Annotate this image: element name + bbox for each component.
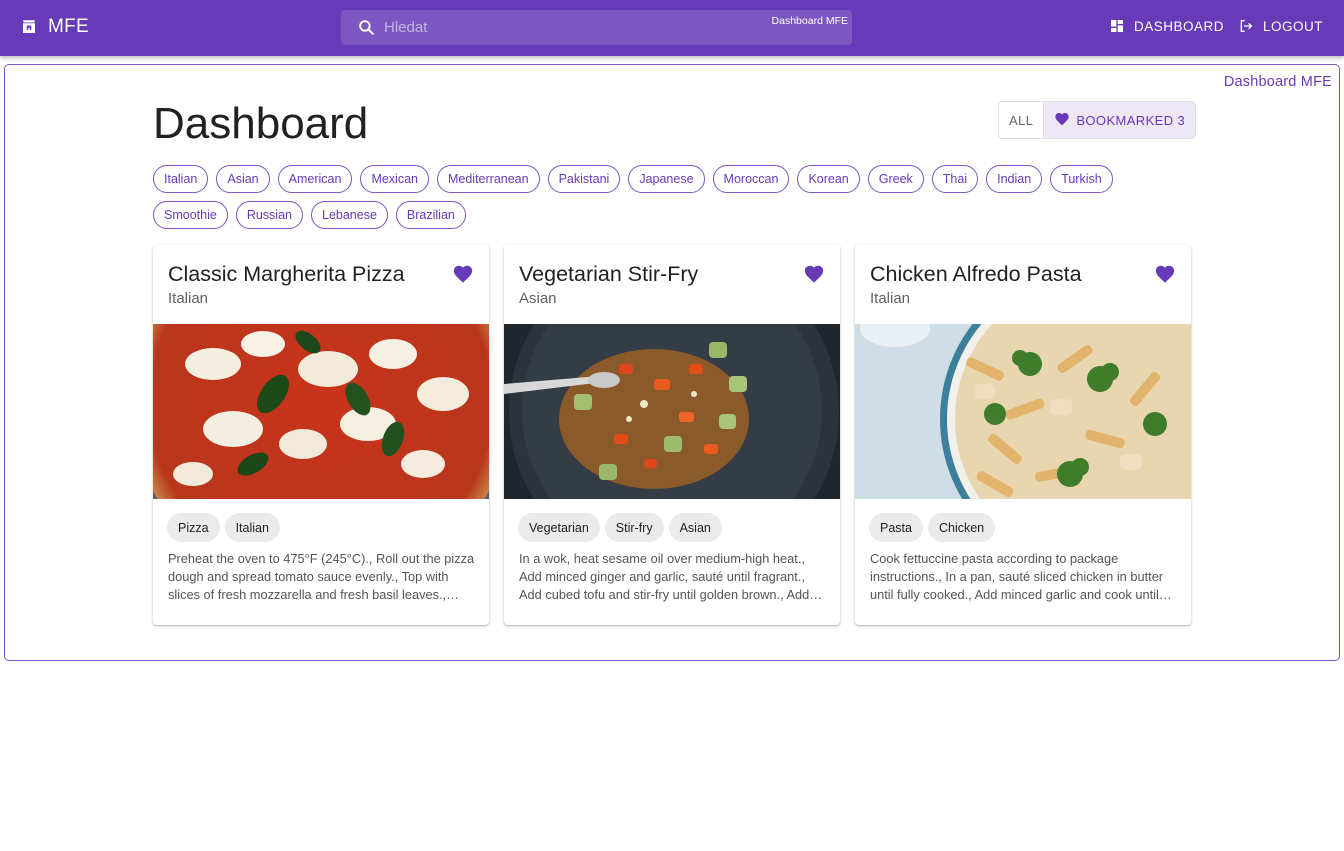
category-chip[interactable]: Pakistani <box>547 165 621 193</box>
brand[interactable]: MFE <box>20 16 89 38</box>
category-chip[interactable]: Lebanese <box>310 201 388 229</box>
category-chip[interactable]: Japanese <box>628 165 705 193</box>
filter-toggle-group: ALL BOOKMARKED 3 <box>998 101 1197 139</box>
filter-bookmarked-label: BOOKMARKED 3 <box>1076 112 1186 128</box>
dashboard-nav-label: DASHBOARD <box>1134 18 1225 34</box>
recipe-image <box>504 324 840 499</box>
recipe-card[interactable]: Vegetarian Stir-Fry Asian Vegetarian Sti… <box>504 245 840 625</box>
logout-button[interactable]: LOGOUT <box>1238 18 1323 34</box>
category-chip[interactable]: Turkish <box>1050 165 1113 193</box>
recipe-card[interactable]: Classic Margherita Pizza Italian Pizza I… <box>153 245 489 625</box>
category-chip[interactable]: Indian <box>986 165 1043 193</box>
category-chip[interactable]: Russian <box>235 201 303 229</box>
search-mfe-tag: Dashboard MFE <box>771 15 848 27</box>
category-chip[interactable]: Smoothie <box>153 201 228 229</box>
category-chip[interactable]: Asian <box>216 165 270 193</box>
category-chip[interactable]: Mediterranean <box>436 165 540 193</box>
category-chip[interactable]: Moroccan <box>712 165 790 193</box>
recipe-tag[interactable]: Pizza <box>167 513 220 542</box>
page-title: Dashboard <box>153 99 369 148</box>
search-bar: Dashboard MFE <box>341 10 852 45</box>
recipe-tag[interactable]: Italian <box>224 513 280 542</box>
heart-icon <box>1054 111 1070 130</box>
category-chip[interactable]: Mexican <box>360 165 429 193</box>
recipe-tag[interactable]: Stir-fry <box>604 513 664 542</box>
recipe-tags: Pasta Chicken <box>869 513 996 542</box>
recipe-tag[interactable]: Asian <box>668 513 722 542</box>
category-chip[interactable]: Greek <box>867 165 924 193</box>
recipe-card[interactable]: Chicken Alfredo Pasta Italian Pasta Chic… <box>855 245 1191 625</box>
category-chip[interactable]: Korean <box>797 165 860 193</box>
recipe-description: In a wok, heat sesame oil over medium-hi… <box>519 551 810 602</box>
category-chip[interactable]: American <box>277 165 353 193</box>
bookmark-heart-icon[interactable] <box>452 263 474 285</box>
app-bar: MFE Dashboard MFE DASHBOARD LOGOUT <box>0 0 1344 56</box>
category-chip[interactable]: Italian <box>153 165 209 193</box>
recipe-tag[interactable]: Vegetarian <box>518 513 600 542</box>
recipe-tag[interactable]: Chicken <box>927 513 996 542</box>
bookmark-heart-icon[interactable] <box>803 263 825 285</box>
bookmark-heart-icon[interactable] <box>1154 263 1176 285</box>
logout-label: LOGOUT <box>1263 18 1324 34</box>
recipe-title: Chicken Alfredo Pasta <box>870 262 1082 286</box>
store-icon <box>20 18 38 36</box>
recipe-description: Cook fettuccine pasta according to packa… <box>870 551 1164 602</box>
dashboard-icon <box>1109 18 1125 34</box>
dashboard-nav-button[interactable]: DASHBOARD <box>1109 18 1224 34</box>
recipe-cuisine: Asian <box>519 290 557 307</box>
brand-name: MFE <box>48 16 90 37</box>
recipe-cuisine: Italian <box>168 290 209 307</box>
recipe-tags: Vegetarian Stir-fry Asian <box>518 513 722 542</box>
category-chip[interactable]: Brazilian <box>395 201 466 229</box>
recipe-title: Classic Margherita Pizza <box>168 262 405 286</box>
category-chips: Italian Asian American Mexican Mediterra… <box>153 165 1193 229</box>
logout-icon <box>1238 18 1254 34</box>
mfe-label: Dashboard MFE <box>1223 74 1332 90</box>
category-chip[interactable]: Thai <box>931 165 979 193</box>
filter-all-button[interactable]: ALL <box>999 102 1045 138</box>
recipe-cuisine: Italian <box>870 290 911 307</box>
recipe-description: Preheat the oven to 475°F (245°C)., Roll… <box>168 551 475 602</box>
recipe-tags: Pizza Italian <box>167 513 280 542</box>
recipe-card-list: Classic Margherita Pizza Italian Pizza I… <box>153 245 1191 625</box>
recipe-image <box>153 324 489 499</box>
recipe-tag[interactable]: Pasta <box>869 513 923 542</box>
recipe-title: Vegetarian Stir-Fry <box>519 262 699 286</box>
search-input[interactable] <box>384 10 714 45</box>
recipe-image <box>855 324 1191 499</box>
filter-bookmarked-button[interactable]: BOOKMARKED 3 <box>1044 102 1196 138</box>
dashboard-mfe-container: Dashboard MFE Dashboard ALL BOOKMARKED 3… <box>4 64 1340 661</box>
